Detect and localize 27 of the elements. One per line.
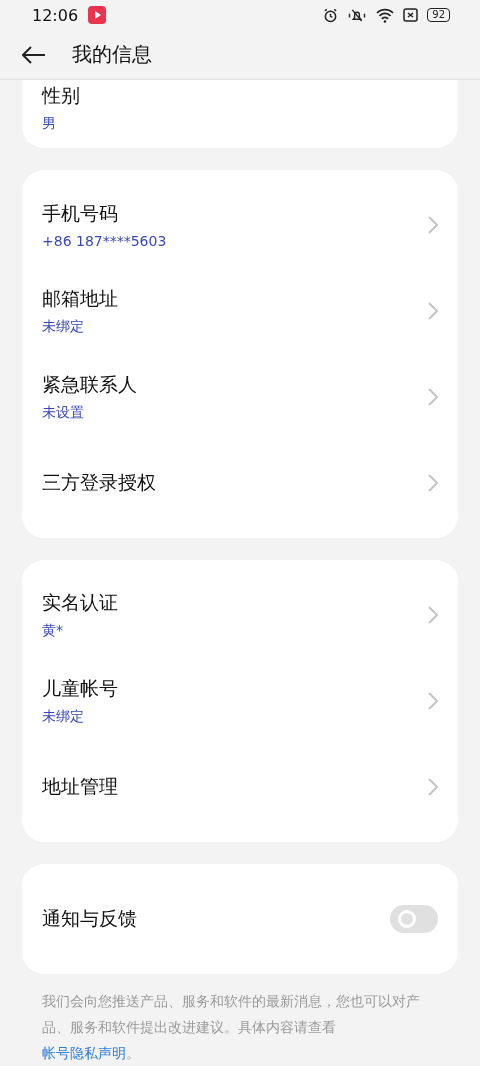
sim-icon	[403, 8, 419, 23]
status-time: 12:06	[32, 5, 79, 25]
wifi-icon	[376, 7, 395, 23]
item-value: 未绑定	[42, 318, 85, 336]
item-value: 未设置	[42, 404, 85, 422]
toggle-switch[interactable]	[390, 905, 438, 933]
item-title[interactable]: 儿童帐号	[42, 676, 428, 702]
item-title: 通知与反馈	[42, 906, 138, 931]
battery-icon: 92	[427, 8, 450, 23]
item-value: 男	[42, 115, 57, 133]
item-title[interactable]: 手机号码	[42, 201, 428, 227]
item-value: +86 187****5603	[42, 233, 168, 249]
item-title[interactable]: 邮箱地址	[42, 286, 428, 312]
item-value: 黄*	[42, 622, 64, 640]
alarm-icon	[323, 7, 339, 23]
footnote-text: 我们会向您推送产品、服务和软件的最新消息，您也可以对产品、服务和软件提出改进建议。具体内容请查看 帐号隐私声明。	[41, 992, 421, 1063]
item-title[interactable]: 三方登录授权	[42, 470, 428, 496]
app-icon	[88, 6, 107, 25]
item-title[interactable]: 紧急联系人	[42, 372, 428, 398]
mute-icon	[347, 7, 368, 23]
item-value: 未绑定	[42, 708, 85, 726]
privacy-link[interactable]: 帐号隐私声明	[42, 1045, 126, 1061]
item-title[interactable]: 性别	[42, 83, 438, 109]
page-title: 我的信息	[72, 41, 152, 69]
item-title[interactable]: 地址管理	[42, 774, 428, 800]
item-title[interactable]: 实名认证	[42, 590, 428, 616]
back-icon[interactable]	[22, 45, 46, 64]
